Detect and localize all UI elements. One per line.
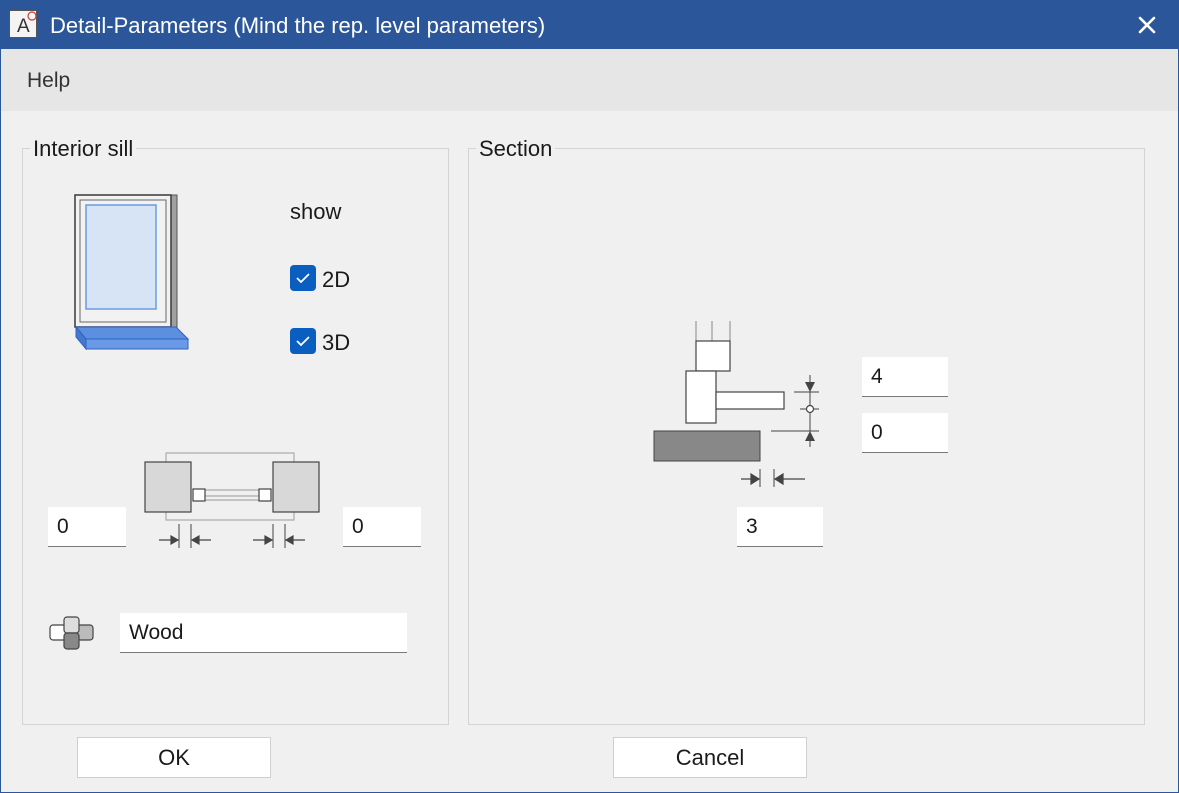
section-top-input[interactable]: 4 [862, 357, 948, 397]
checkmark-icon [296, 336, 310, 347]
material-icon[interactable] [49, 616, 95, 650]
interior-sill-legend: Interior sill [30, 136, 137, 162]
cancel-button[interactable]: Cancel [613, 737, 807, 778]
close-icon [1138, 16, 1156, 34]
checkbox-2d[interactable] [290, 265, 316, 291]
dialog-window: A Detail-Parameters (Mind the rep. level… [0, 0, 1179, 793]
section-legend: Section [476, 136, 556, 162]
checkbox-3d[interactable] [290, 328, 316, 354]
show-label: show [290, 199, 342, 224]
menu-help[interactable]: Help [27, 69, 70, 93]
close-button[interactable] [1116, 1, 1178, 49]
material-input[interactable]: Wood [120, 613, 407, 653]
app-icon-letter: A [17, 16, 30, 37]
right-offset-input[interactable]: 0 [343, 507, 421, 547]
checkbox-3d-label: 3D [322, 330, 351, 355]
menu-bar: Help [1, 49, 1178, 111]
window-sill-preview-icon [74, 194, 190, 351]
section-diagram-icon [653, 321, 819, 487]
title-bar[interactable]: A Detail-Parameters (Mind the rep. level… [1, 1, 1178, 49]
ok-button[interactable]: OK [77, 737, 271, 778]
left-offset-input[interactable]: 0 [48, 507, 126, 547]
section-bottom-input[interactable]: 3 [737, 507, 823, 547]
checkbox-2d-label: 2D [322, 267, 351, 292]
window-title: Detail-Parameters (Mind the rep. level p… [50, 13, 546, 38]
checkmark-icon [296, 273, 310, 284]
app-icon: A [9, 10, 37, 38]
sill-plan-diagram-icon [144, 452, 320, 548]
section-mid-input[interactable]: 0 [862, 413, 948, 453]
